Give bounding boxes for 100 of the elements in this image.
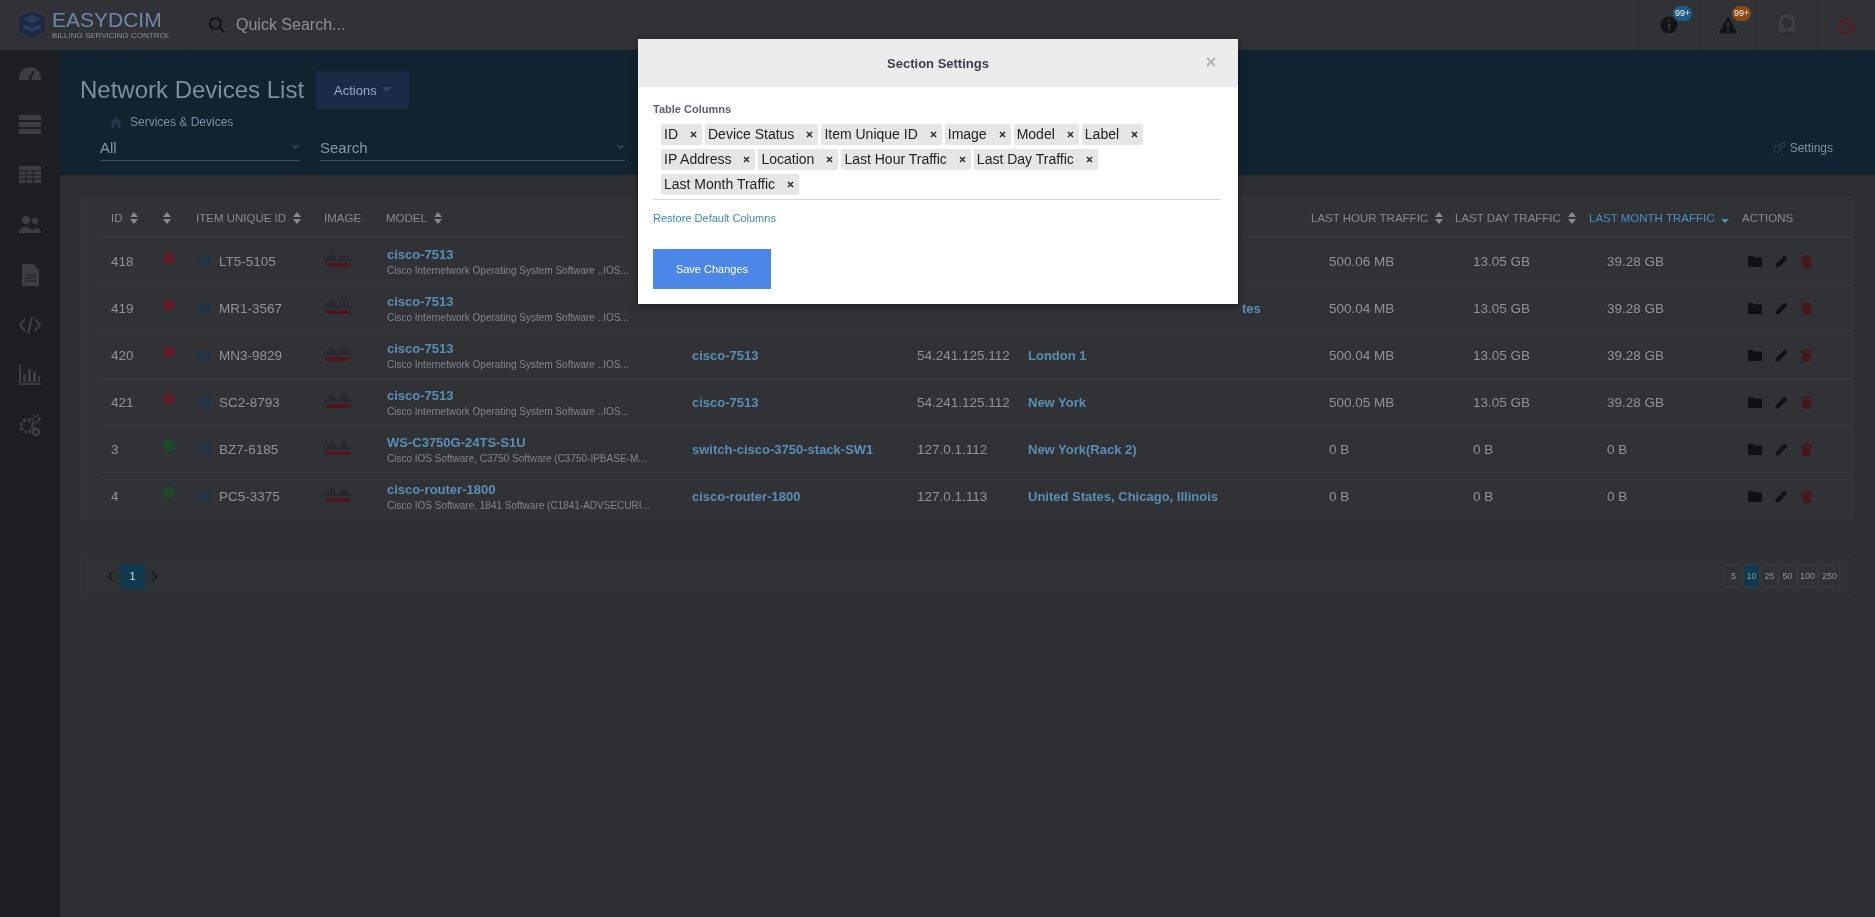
pencil-icon[interactable] (1775, 301, 1788, 315)
sort-icon[interactable] (433, 211, 442, 224)
column-tag[interactable]: Last Day Traffic (973, 149, 1098, 170)
trash-icon[interactable] (1801, 254, 1812, 268)
folder-icon[interactable] (1748, 302, 1762, 314)
sort-icon[interactable] (163, 211, 171, 224)
trash-icon[interactable] (1801, 301, 1812, 315)
search-dropdown[interactable]: Search (320, 135, 625, 161)
model-link[interactable]: cisco-7513 (387, 340, 454, 356)
columns-select-field[interactable]: ID Device Status Item Unique ID Image Model Label IP Address Location Last Hour Traffic Last Day Traffic Last Month Traffic (653, 124, 1221, 200)
column-tag[interactable]: Label (1081, 124, 1144, 145)
page-size-option[interactable]: 250 (1818, 564, 1840, 588)
trash-icon[interactable] (1801, 442, 1812, 456)
column-tag[interactable]: ID (661, 124, 702, 145)
device-logo-image (324, 298, 352, 315)
model-link[interactable]: cisco-router-1800 (387, 481, 496, 497)
remove-icon[interactable] (1085, 156, 1093, 163)
breadcrumb-link[interactable]: Services & Devices (130, 115, 234, 129)
pencil-icon[interactable] (1775, 254, 1788, 268)
column-header[interactable]: ACTIONS (1742, 211, 1794, 224)
column-header[interactable]: LAST HOUR TRAFFIC (1311, 211, 1429, 224)
sort-icon[interactable] (1435, 211, 1444, 224)
model-link[interactable]: cisco-7513 (387, 246, 454, 262)
next-page-icon[interactable] (151, 570, 158, 582)
page-size-option[interactable]: 5 (1724, 564, 1742, 588)
pencil-icon[interactable] (1775, 395, 1788, 409)
remove-icon[interactable] (806, 131, 814, 138)
previous-page-icon[interactable] (107, 570, 114, 582)
column-tag[interactable]: Device Status (705, 124, 819, 145)
remove-icon[interactable] (743, 156, 751, 163)
save-changes-button[interactable]: Save Changes (653, 249, 771, 289)
folder-icon[interactable] (1748, 490, 1762, 502)
column-tag[interactable]: Last Month Traffic (661, 174, 799, 195)
restore-defaults-link[interactable]: Restore Default Columns (653, 212, 776, 224)
label-link[interactable]: cisco-router-1800 (682, 488, 801, 504)
column-header[interactable]: ID (111, 211, 123, 224)
model-link[interactable]: WS-C3750G-24TS-S1U (387, 434, 526, 450)
close-icon[interactable] (1206, 57, 1216, 67)
location-link[interactable]: tes (1018, 300, 1261, 316)
remove-icon[interactable] (1066, 131, 1074, 138)
location-link[interactable]: New York (1018, 394, 1087, 410)
column-tag[interactable]: Location (758, 149, 839, 170)
page-size-option[interactable]: 25 (1760, 564, 1778, 588)
remove-icon[interactable] (998, 131, 1006, 138)
folder-icon[interactable] (1748, 443, 1762, 455)
model-link[interactable]: cisco-7513 (387, 387, 454, 403)
page-link[interactable]: 1 (120, 563, 145, 589)
remove-icon[interactable] (958, 156, 966, 163)
trash-icon[interactable] (1801, 489, 1812, 503)
label-link[interactable]: cisco-7513 (682, 347, 759, 363)
location-link[interactable]: New York(Rack 2) (1018, 441, 1137, 457)
column-tag[interactable]: Model (1013, 124, 1079, 145)
home-icon (110, 116, 122, 128)
filter-dropdown[interactable]: All (100, 135, 300, 161)
column-tag[interactable]: Item Unique ID (821, 124, 942, 145)
sort-icon[interactable] (1567, 211, 1576, 224)
page-size-option[interactable]: 100 (1796, 564, 1818, 588)
quick-search-field[interactable]: Quick Search... (236, 15, 346, 34)
remove-icon[interactable] (929, 131, 937, 138)
power-icon[interactable] (1837, 15, 1855, 34)
logo-text: EASYDCIM (52, 9, 163, 31)
remove-icon[interactable] (826, 156, 834, 163)
column-tag[interactable]: Image (944, 124, 1011, 145)
folder-icon[interactable] (1748, 349, 1762, 361)
info-icon[interactable] (1660, 15, 1678, 34)
pencil-icon[interactable] (1775, 489, 1788, 503)
column-tag[interactable]: IP Address (661, 149, 756, 170)
column-header[interactable]: LAST DAY TRAFFIC (1455, 211, 1561, 224)
column-header[interactable]: LAST MONTH TRAFFIC (1589, 211, 1715, 224)
folder-icon[interactable] (1748, 255, 1762, 267)
sort-icon[interactable] (293, 211, 302, 224)
remove-icon[interactable] (1131, 131, 1139, 138)
column-header[interactable]: IMAGE (324, 211, 362, 224)
server-icon[interactable] (18, 113, 42, 137)
bar-chart-icon[interactable] (18, 363, 42, 387)
device-logo-image (324, 486, 352, 503)
settings-link[interactable]: Settings (1789, 141, 1833, 155)
folder-icon[interactable] (1748, 396, 1762, 408)
label-link[interactable]: switch-cisco-3750-stack-SW1 (682, 441, 874, 457)
warning-icon[interactable] (1718, 15, 1738, 34)
pencil-icon[interactable] (1775, 442, 1788, 456)
remove-icon[interactable] (690, 131, 697, 138)
trash-icon[interactable] (1801, 395, 1812, 409)
remove-icon[interactable] (787, 181, 794, 188)
column-tag[interactable]: Last Hour Traffic (841, 149, 971, 170)
trash-icon[interactable] (1801, 348, 1812, 362)
location-link[interactable]: United States, Chicago, Illinois (1018, 488, 1218, 504)
actions-button[interactable]: Actions (316, 71, 409, 109)
page-size-option[interactable]: 50 (1778, 564, 1796, 588)
sort-icon[interactable] (129, 211, 138, 224)
column-header[interactable]: MODEL (386, 211, 427, 224)
shuffle-icon (196, 490, 211, 502)
location-link[interactable]: London 1 (1018, 347, 1087, 363)
column-header[interactable]: ITEM UNIQUE ID (196, 211, 287, 224)
model-link[interactable]: cisco-7513 (387, 293, 454, 309)
page-size-option[interactable]: 10 (1742, 564, 1760, 588)
pencil-icon[interactable] (1775, 348, 1788, 362)
label-link[interactable]: cisco-7513 (682, 394, 759, 410)
gears-icon[interactable] (18, 413, 42, 437)
section-label: Table Columns (653, 103, 733, 115)
